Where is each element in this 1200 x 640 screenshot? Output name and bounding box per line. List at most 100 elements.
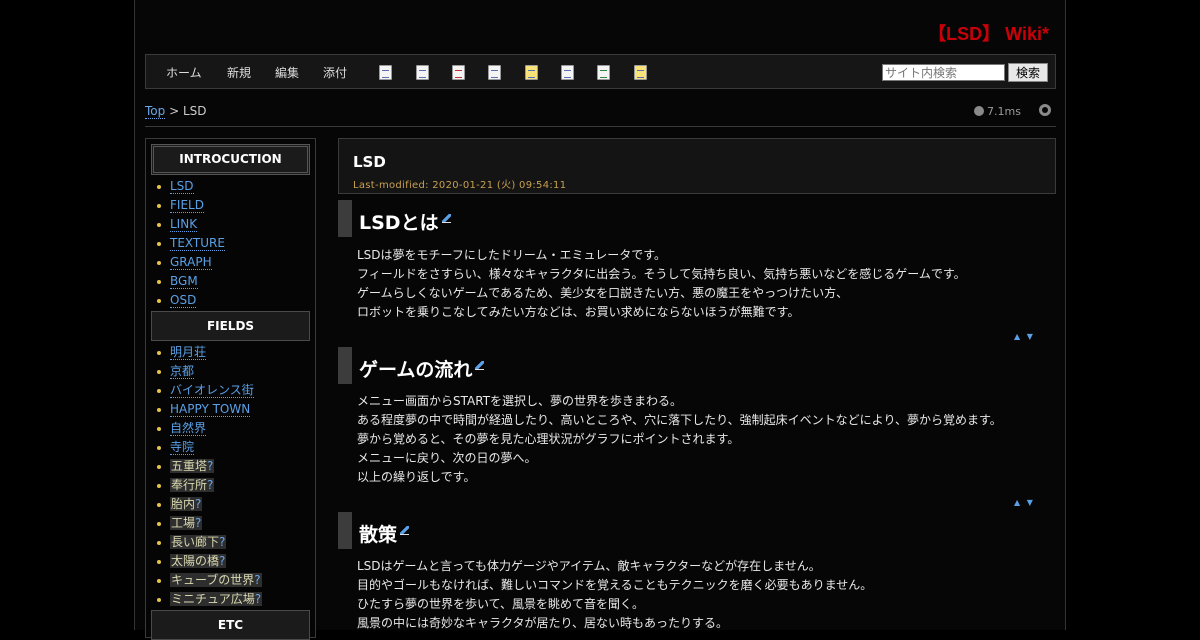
menu-link[interactable]: TEXTURE	[170, 236, 225, 251]
list-item: TEXTURE	[151, 234, 310, 253]
list-item: HAPPY TOWN	[151, 400, 310, 419]
menu-link[interactable]: OSD	[170, 293, 197, 308]
menu-link[interactable]: LSD	[170, 179, 194, 194]
paragraph-line: フィールドをさすらい、様々なキャラクタに出会う。そうして気持ち良い、気持ち悪いな…	[357, 267, 966, 281]
last-modified: Last-modified: 2020-01-21 (火) 09:54:11	[353, 180, 567, 191]
section-heading: LSDとは	[338, 200, 738, 237]
header-divider	[145, 126, 1056, 127]
nav-home-link[interactable]: ホーム	[166, 64, 202, 81]
missing-page-label: 胎内?	[170, 497, 203, 511]
menu-link[interactable]: 明月荘	[170, 345, 207, 360]
create-page-link[interactable]: ?	[195, 516, 201, 530]
list-item: 長い廊下?	[151, 533, 310, 552]
sidebar-menu: INTROCUCTION LSD FIELD LINK TEXTURE GRAP…	[145, 138, 316, 640]
missing-page-label: ミニチュア広場?	[170, 592, 263, 606]
edit-pencil-icon[interactable]	[441, 214, 451, 223]
create-page-link[interactable]: ?	[255, 592, 261, 606]
paragraph-line: 目的やゴールもなければ、難しいコマンドを覚えることもテクニックを磨く必要もありま…	[357, 578, 873, 592]
freeze-icon[interactable]	[488, 65, 501, 80]
section-title-text: 散策	[359, 524, 398, 546]
missing-page-name: 胎内	[171, 497, 196, 511]
menu-link[interactable]: HAPPY TOWN	[170, 402, 251, 417]
page-frame: 【LSD】 Wiki* ホーム 新規 編集 添付 検索 Top > LSD 7.…	[134, 0, 1066, 640]
missing-page-name: 工場	[171, 516, 196, 530]
section-heading: ゲームの流れ	[338, 347, 738, 384]
create-page-link[interactable]: ?	[219, 554, 225, 568]
section-heading: 散策	[338, 512, 738, 549]
create-page-link[interactable]: ?	[207, 459, 213, 473]
menu-heading-introduction: INTROCUCTION	[151, 144, 310, 175]
menu-link[interactable]: 寺院	[170, 440, 195, 455]
paragraph-line: LSDは夢をモチーフにしたドリーム・エミュレータです。	[357, 248, 667, 262]
create-page-link[interactable]: ?	[219, 535, 225, 549]
heading-bar	[338, 200, 352, 237]
paragraph-line: メニューに戻り、次の日の夢へ。	[357, 451, 537, 465]
page-title-box: LSD Last-modified: 2020-01-21 (火) 09:54:…	[338, 138, 1056, 194]
edit-pencil-icon[interactable]	[400, 526, 410, 535]
search-button[interactable]: 検索	[1008, 63, 1048, 82]
missing-page-name: 奉行所	[171, 478, 208, 492]
nav-edit-link[interactable]: 編集	[275, 64, 299, 81]
diff-icon[interactable]	[416, 65, 429, 80]
paragraph-line: メニュー画面からSTARTを選択し、夢の世界を歩きまわる。	[357, 394, 683, 408]
jump-top-bottom-links[interactable]: ▲ ▼	[1014, 332, 1035, 341]
navbar: ホーム 新規 編集 添付 検索	[145, 54, 1056, 89]
list-item: 胎内?	[151, 495, 310, 514]
menu-list-fields: 明月荘 京都 バイオレンス街 HAPPY TOWN 自然界 寺院 五重塔? 奉行…	[151, 343, 310, 609]
menu-link[interactable]: LINK	[170, 217, 198, 232]
menu-link[interactable]: 自然界	[170, 421, 207, 436]
menu-heading-fields: FIELDS	[151, 311, 310, 341]
help-icon[interactable]	[634, 65, 647, 80]
breadcrumb: Top > LSD	[145, 104, 207, 119]
create-page-link[interactable]: ?	[254, 573, 260, 587]
missing-page-name: 長い廊下	[171, 535, 220, 549]
render-timing: 7.1ms	[974, 105, 1021, 118]
edit-pencil-icon[interactable]	[475, 361, 485, 370]
list-item: BGM	[151, 272, 310, 291]
paragraph-line: ある程度夢の中で時間が経過したり、高いところや、穴に落下したり、強制起床イベント…	[357, 413, 1002, 427]
menu-link[interactable]: バイオレンス街	[170, 383, 254, 398]
backup-icon[interactable]	[452, 65, 465, 80]
search-input[interactable]	[882, 64, 1005, 81]
section-title-text: LSDとは	[359, 212, 439, 234]
paragraph-line: LSDはゲームと言っても体力ゲージやアイテム、敵キャラクターなどが存在しません。	[357, 559, 821, 573]
paragraph-line: ロボットを乗りこなしてみたい方などは、お買い求めにならないほうが無難です。	[357, 305, 800, 319]
create-page-link[interactable]: ?	[195, 497, 201, 511]
list-item: キューブの世界?	[151, 571, 310, 590]
missing-page-label: 奉行所?	[170, 478, 215, 492]
list-item: 自然界	[151, 419, 310, 438]
paragraph-line: ひたすら夢の世界を歩いて、風景を眺めて音を聞く。	[357, 597, 645, 611]
breadcrumb-top-link[interactable]: Top	[145, 104, 166, 119]
menu-list-introduction: LSD FIELD LINK TEXTURE GRAPH BGM OSD	[151, 177, 310, 310]
menu-link[interactable]: GRAPH	[170, 255, 212, 270]
settings-gear-icon[interactable]	[1039, 104, 1051, 116]
breadcrumb-current: LSD	[182, 104, 207, 118]
menu-link[interactable]: FIELD	[170, 198, 204, 213]
breadcrumb-separator: >	[169, 104, 180, 118]
lock-icon[interactable]	[525, 65, 538, 80]
section-title: 散策	[359, 520, 410, 547]
nav-new-link[interactable]: 新規	[227, 64, 251, 81]
missing-page-label: 工場?	[170, 516, 203, 530]
list-item: FIELD	[151, 196, 310, 215]
copy-page-icon[interactable]	[379, 65, 392, 80]
jump-top-bottom-links[interactable]: ▲ ▼	[1014, 498, 1035, 507]
list-item: 京都	[151, 362, 310, 381]
list-item: ミニチュア広場?	[151, 590, 310, 609]
list-item: バイオレンス街	[151, 381, 310, 400]
missing-page-label: 長い廊下?	[170, 535, 227, 549]
list-item: GRAPH	[151, 253, 310, 272]
list-item: 明月荘	[151, 343, 310, 362]
heading-bar	[338, 512, 352, 549]
section-title-text: ゲームの流れ	[359, 359, 473, 381]
menu-link[interactable]: 京都	[170, 364, 195, 379]
menu-link[interactable]: BGM	[170, 274, 198, 289]
rename-icon[interactable]	[561, 65, 574, 80]
recent-icon[interactable]	[597, 65, 610, 80]
site-title[interactable]: 【LSD】 Wiki*	[928, 20, 1049, 46]
paragraph-line: ゲームらしくないゲームであるため、美少女を口説きたい方、悪の魔王をやっつけたい方…	[357, 286, 849, 300]
paragraph-line: 夢から覚めると、その夢を見た心理状況がグラフにポイントされます。	[357, 432, 740, 446]
nav-attach-link[interactable]: 添付	[323, 64, 347, 81]
heading-bar	[338, 347, 352, 384]
create-page-link[interactable]: ?	[207, 478, 213, 492]
